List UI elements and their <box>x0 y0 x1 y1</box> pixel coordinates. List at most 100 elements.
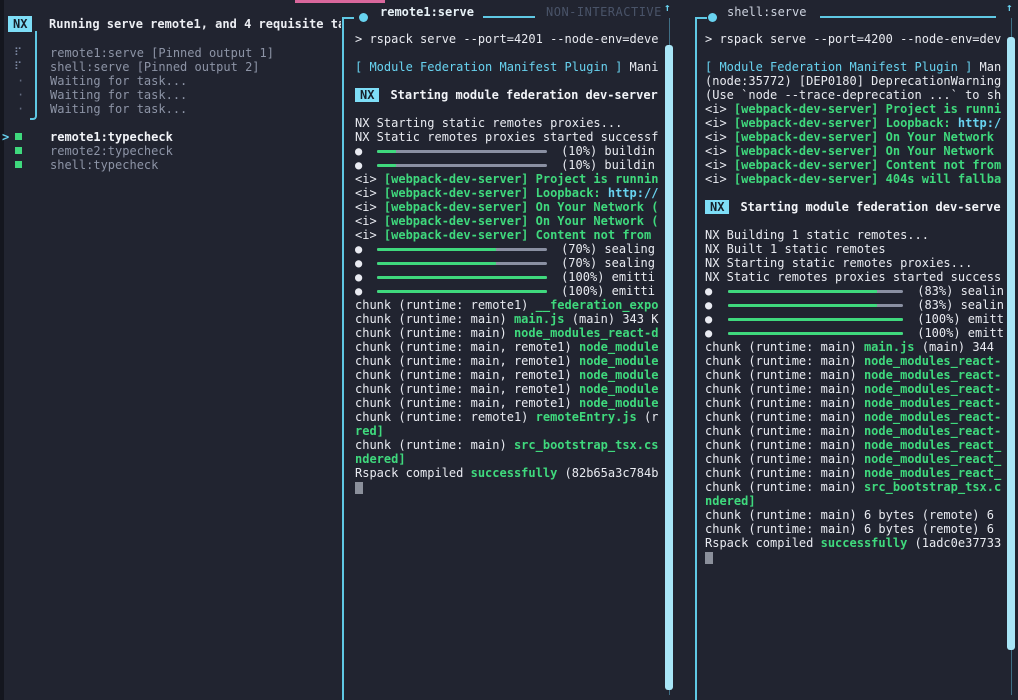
text-segment: <i> <box>705 144 734 158</box>
task-list-title: Running serve remote1, and 4 requisite t… <box>49 17 341 31</box>
pane-border <box>342 17 354 700</box>
text-segment: chunk (runtime: main) <box>705 410 864 424</box>
task-row[interactable]: ·Waiting for task... <box>0 88 341 102</box>
text-segment: <i> <box>355 200 384 214</box>
progress-bar <box>728 318 903 321</box>
progress-line: ● (70%) sealing <box>355 242 655 256</box>
pane-header-remote1-serve: remote1:serve NON-INTERACTIVE <box>355 5 678 19</box>
terminal-line: <i> [webpack-dev-server] On Your Network… <box>355 214 655 228</box>
terminal-line: chunk (runtime: main) main.js (main) 344 <box>705 340 1005 354</box>
text-segment: successfully <box>471 466 558 480</box>
success-square-icon <box>15 161 22 168</box>
text-segment: NX Built 1 static remotes <box>705 242 886 256</box>
terminal-line: <i> [webpack-dev-server] Project is runn… <box>705 102 1005 116</box>
text-segment: node_module <box>579 382 658 396</box>
terminal-line: <i> [webpack-dev-server] On Your Network <box>705 130 1005 144</box>
scroll-up-arrow-icon[interactable]: ↑ <box>664 1 671 14</box>
terminal-line: > rspack serve --port=4200 --node-env=de… <box>705 32 1005 46</box>
text-segment: [webpack-dev-server] Loopback: <box>384 186 608 200</box>
task-row[interactable]: >remote1:typecheck <box>0 130 341 144</box>
text-segment: [webpack-dev-server] Content not from <box>384 228 651 242</box>
text-segment: [webpack-dev-server] Project is runnin <box>384 172 659 186</box>
text-segment: chunk (runtime: main) <box>355 326 514 340</box>
text-segment: NX Starting static remotes proxies... <box>705 256 972 270</box>
progress-label: (70%) sealing <box>554 256 655 270</box>
progress-bullet-icon: ● <box>355 270 377 284</box>
text-segment: chunk (runtime: main) <box>355 438 514 452</box>
task-label: shell:typecheck <box>50 158 158 172</box>
task-row[interactable]: remote2:typecheck <box>0 144 341 158</box>
pane-title: shell:serve <box>727 5 806 19</box>
text-segment: node_module <box>579 368 658 382</box>
terminal-line <box>705 46 1005 60</box>
pending-dot-icon: · <box>17 74 24 88</box>
text-segment: (main) 343 K <box>565 312 659 326</box>
terminal-line: chunk (runtime: main, remote1) node_modu… <box>355 368 655 382</box>
progress-bullet-icon: ● <box>355 256 377 270</box>
task-label: Waiting for task... <box>50 88 187 102</box>
terminal-line: [ Module Federation Manifest Plugin ] Ma… <box>355 60 655 74</box>
task-row[interactable]: shell:typecheck <box>0 158 341 172</box>
terminal-line: NX Starting module federation dev-serve <box>705 200 1005 214</box>
text-segment: chunk (runtime: main, remote1) <box>355 354 579 368</box>
nx-inline-badge: NX <box>705 200 729 214</box>
progress-bullet-icon: ● <box>705 284 728 298</box>
text-segment: (main) 344 <box>915 340 994 354</box>
progress-bar <box>377 290 547 293</box>
terminal-line: chunk (runtime: main) node_modules_react… <box>705 452 1005 466</box>
progress-line: ● (100%) emitt <box>705 326 1005 340</box>
progress-label: (10%) buildin <box>554 144 655 158</box>
terminal-line: chunk (runtime: main) 6 bytes (remote) 6 <box>705 522 1005 536</box>
nx-message: Starting module federation dev-serve <box>740 200 1000 214</box>
scrollbar-thumb[interactable] <box>665 45 673 690</box>
text-segment: chunk (runtime: main) <box>705 354 864 368</box>
text-segment: node_modules_react_ <box>864 438 1001 452</box>
text-segment: ndered] <box>705 494 756 508</box>
text-segment: NX Building 1 static remotes... <box>705 228 929 242</box>
text-segment: node_module <box>579 354 658 368</box>
progress-bullet-icon: ● <box>355 284 377 298</box>
terminal-line: <i> [webpack-dev-server] Loopback: http:… <box>705 116 1005 130</box>
progress-line: ● (70%) sealing <box>355 256 655 270</box>
spinner-icon: ⠏ <box>14 46 22 60</box>
text-segment: <i> <box>705 130 734 144</box>
terminal-line: NX Starting static remotes proxies... <box>705 256 1005 270</box>
text-segment: chunk (runtime: main, remote1) <box>355 368 579 382</box>
task-row[interactable]: ⠏remote1:serve [Pinned output 1] <box>0 46 341 60</box>
text-segment: <i> <box>355 186 384 200</box>
text-segment: (r <box>637 410 659 424</box>
terminal-line: chunk (runtime: main) main.js (main) 343… <box>355 312 655 326</box>
nx-inline-badge: NX <box>355 88 379 102</box>
terminal-line <box>705 214 1005 228</box>
text-segment: (node:35772) [DEP0180] DeprecationWarnin… <box>705 74 1001 88</box>
scroll-up-arrow-icon[interactable]: ↑ <box>1006 1 1013 14</box>
progress-label: (70%) sealing <box>554 242 655 256</box>
terminal-line: (node:35772) [DEP0180] DeprecationWarnin… <box>705 74 1005 88</box>
progress-label: (83%) sealin <box>910 298 1004 312</box>
text-segment: node_modules_react-d <box>514 326 659 340</box>
task-label: remote2:typecheck <box>50 144 173 158</box>
terminal-line: <i> [webpack-dev-server] 404s will fallb… <box>705 172 1005 186</box>
scrollbar-thumb[interactable] <box>1007 37 1015 650</box>
text-segment: remoteEntry.js <box>536 410 637 424</box>
task-row[interactable]: ·Waiting for task... <box>0 102 341 116</box>
text-segment: chunk (runtime: main, remote1) <box>355 340 579 354</box>
task-label: Waiting for task... <box>50 74 187 88</box>
task-row[interactable]: ⠏shell:serve [Pinned output 2] <box>0 60 341 74</box>
text-segment: node_modules_react_ <box>864 466 1001 480</box>
terminal-line: chunk (runtime: main, remote1) node_modu… <box>355 396 655 410</box>
text-segment: > rspack serve --port=4201 --node-env=de… <box>355 32 658 46</box>
text-segment: chunk (runtime: main) <box>705 466 864 480</box>
text-segment: node_module <box>579 340 658 354</box>
task-row[interactable]: · Waiting for task... <box>0 74 341 88</box>
text-segment: <i> <box>355 228 384 242</box>
nx-message: Starting module federation dev-server <box>390 88 657 102</box>
spinner-icon: ⠏ <box>14 60 22 74</box>
text-segment: chunk (runtime: main, remote1) <box>355 396 579 410</box>
text-segment: [webpack-dev-server] On Your Network <box>734 130 994 144</box>
text-segment: (Use `node --trace-deprecation ...` to s… <box>705 88 1001 102</box>
text-segment: main.js <box>514 312 565 326</box>
terminal-line: chunk (runtime: main, remote1) node_modu… <box>355 354 655 368</box>
terminal-line: chunk (runtime: main) node_modules_react… <box>705 438 1005 452</box>
text-segment: Rspack compiled <box>355 466 471 480</box>
